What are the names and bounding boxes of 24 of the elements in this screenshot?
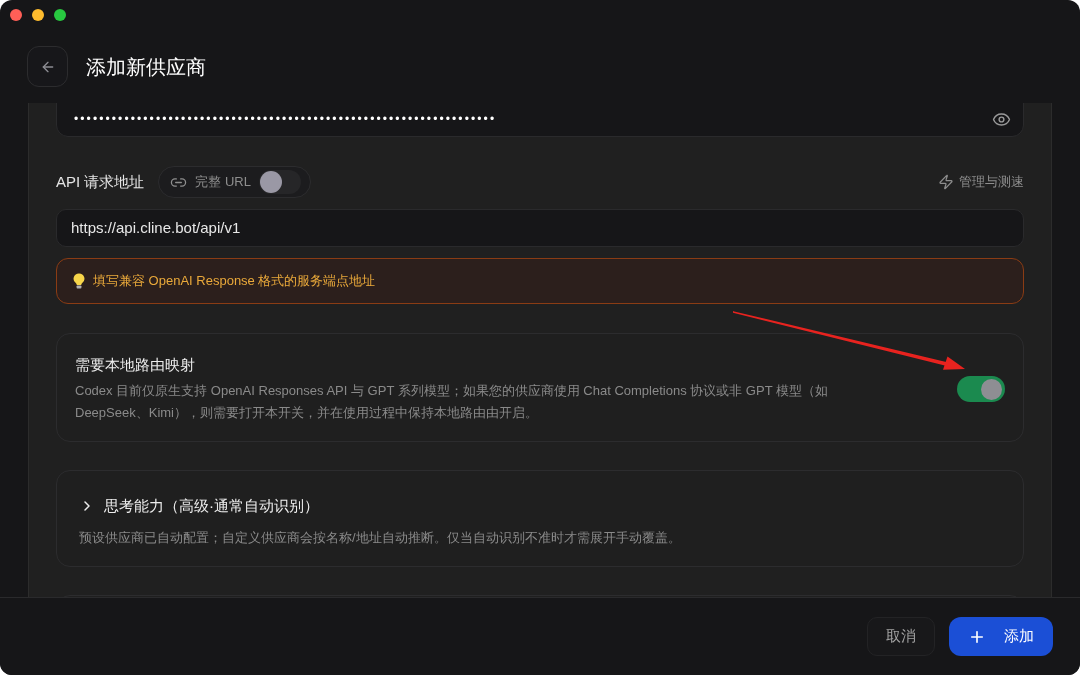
toggle-label: 完整 URL	[195, 173, 251, 192]
card-title: 需要本地路由映射	[75, 355, 196, 375]
add-button[interactable]: 添加	[949, 617, 1053, 656]
toggle-switch[interactable]	[957, 376, 1005, 402]
hint-text: 填写兼容 OpenAI Response 格式的服务端点地址	[93, 272, 376, 291]
lightbulb-icon	[73, 273, 85, 289]
zoom-button[interactable]	[54, 9, 66, 21]
masked-key-text: •••••••••••••••••••••••••••••••••••••••••••••••••••••••••••••••••••	[74, 111, 497, 128]
full-url-toggle[interactable]: 完整 URL	[158, 166, 311, 198]
minimize-button[interactable]	[32, 9, 44, 21]
lightning-icon	[938, 174, 954, 190]
back-button[interactable]	[27, 46, 68, 87]
toggle-switch[interactable]	[259, 170, 301, 194]
manage-link[interactable]: 管理与测速	[938, 172, 1024, 192]
close-button[interactable]	[10, 9, 22, 21]
card-description: 预设供应商已自动配置；自定义供应商会按名称/地址自动推断。仅当自动识别不准时才需展开手动覆盖。	[79, 529, 682, 547]
api-key-field[interactable]: •••••••••••••••••••••••••••••••••••••••••••••••••••••••••••••••••••	[56, 103, 1024, 137]
url-input[interactable]: https://api.cline.bot/api/v1	[56, 209, 1024, 247]
expand-header[interactable]: 思考能力（高级·通常自动识别）	[79, 495, 1001, 517]
cancel-button[interactable]: 取消	[867, 617, 935, 656]
card-description: Codex 目前仅原生支持 OpenAI Responses API 与 GPT 系列模型；如果您的供应商使用 Chat Completions 协议或非 GPT 模型（如 DeepSeek、Kimi），则需要打开本开关，并在使用过程中保持本地路由由开启。	[75, 382, 829, 422]
field-label: API 请求地址	[56, 171, 145, 192]
url-value: https://api.cline.bot/api/v1	[71, 217, 241, 238]
page-title: 添加新供应商	[86, 54, 206, 80]
